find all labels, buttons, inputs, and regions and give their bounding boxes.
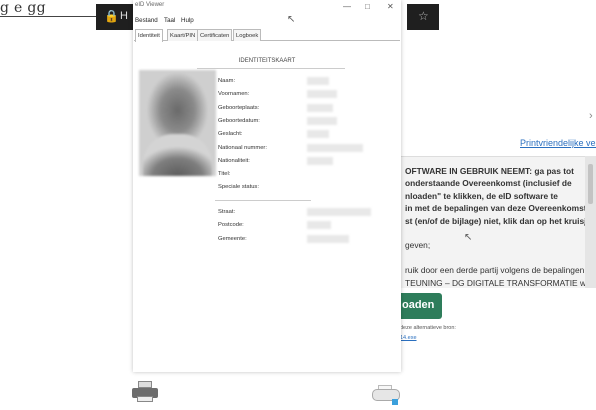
- field-value-redacted: [307, 143, 363, 152]
- license-text-line: TEUNING – DG DIGITALE TRANSFORMATIE word…: [405, 277, 596, 288]
- field-label: Titel:: [218, 171, 231, 178]
- field-label: Nationaliteit:: [218, 157, 250, 164]
- tab-kaart-pin[interactable]: Kaart/PIN: [167, 29, 199, 41]
- field-value-redacted: [307, 77, 329, 85]
- license-text-line: onderstaande Overeenkomst (inclusief de: [405, 178, 572, 189]
- tab-bar: Identiteit Kaart/PIN Certificaten Logboe…: [134, 29, 400, 42]
- close-icon[interactable]: ✕: [387, 2, 394, 11]
- field-label: Geslacht:: [218, 131, 243, 138]
- mouse-cursor-icon: ↖: [464, 232, 473, 243]
- lock-icon: 🔒: [104, 9, 119, 23]
- field-label: Voornamen:: [218, 91, 250, 98]
- divider: [215, 200, 311, 201]
- menu-bar: Bestand Taal Hulp: [133, 14, 401, 26]
- menu-taal[interactable]: Taal: [164, 17, 175, 24]
- menu-bestand[interactable]: Bestand: [135, 17, 158, 24]
- field-label: Speciale status:: [218, 184, 259, 191]
- field-value-redacted: [307, 221, 331, 230]
- scrollbar-thumb[interactable]: [588, 164, 593, 204]
- license-text-line: ruik door een derde partij volgens de be…: [405, 265, 585, 276]
- eid-viewer-window: eID Viewer — □ ✕ ↖ Bestand Taal Hulp Ide…: [133, 0, 401, 372]
- card-title: IDENTITEITSKAART: [238, 58, 296, 64]
- license-text-line: nloaden" te klikken, de eID software te: [405, 190, 558, 201]
- background-top-text: g e gg: [0, 0, 46, 16]
- field-label: Naam:: [218, 78, 236, 84]
- tab-certificaten[interactable]: Certificaten: [197, 29, 233, 41]
- id-photo: [139, 70, 216, 176]
- license-scrollbar[interactable]: [585, 156, 596, 288]
- maximize-icon[interactable]: □: [365, 2, 370, 11]
- download-button[interactable]: oaden: [400, 293, 442, 319]
- field-label: Gemeente:: [218, 235, 247, 242]
- license-text-line: in met de bepalingen van deze Overeenkom…: [405, 203, 587, 214]
- field-label: Nationaal nummer:: [218, 144, 267, 151]
- card-reader-icon[interactable]: [372, 385, 400, 407]
- field-label: Geboortedatum:: [218, 117, 260, 124]
- printer-icon[interactable]: [132, 381, 158, 403]
- field-label: Straat:: [218, 209, 236, 215]
- license-text-line: geven;: [405, 240, 431, 251]
- license-agreement-panel: OFTWARE IN GEBRUIK NEEMT: ga pas tot onde…: [400, 156, 596, 288]
- alternative-source-text: deze alternatieve bron:: [400, 325, 456, 331]
- field-label: Geboorteplaats:: [218, 104, 260, 111]
- tab-logboek[interactable]: Logboek: [233, 29, 262, 41]
- star-icon[interactable]: ☆: [418, 9, 429, 23]
- tab-identiteit[interactable]: Identiteit: [135, 29, 163, 42]
- field-value-redacted: [307, 90, 337, 99]
- window-titlebar[interactable]: eID Viewer — □ ✕: [133, 0, 401, 14]
- license-text-line: OFTWARE IN GEBRUIK NEEMT: ga pas tot: [405, 166, 574, 176]
- window-title: eID Viewer: [135, 2, 165, 8]
- browser-address-text: H: [120, 10, 128, 22]
- field-value-redacted: [307, 130, 329, 139]
- background-underline: [0, 16, 96, 17]
- field-value-redacted: [307, 234, 349, 243]
- menu-hulp[interactable]: Hulp: [181, 17, 194, 24]
- license-text-line: st (en/of de bijlage) niet, klik dan op …: [405, 215, 592, 226]
- field-value-redacted: [307, 116, 337, 125]
- field-label: Postcode:: [218, 222, 244, 229]
- print-friendly-link[interactable]: Printvriendelijke vers: [520, 138, 596, 148]
- screen: g e gg 🔒 H ☆ › Printvriendelijke vers OF…: [0, 0, 596, 410]
- alternative-source-link[interactable]: 14.exe: [400, 335, 417, 341]
- field-value-redacted: [307, 103, 333, 112]
- divider: [197, 68, 345, 69]
- field-value-redacted: [307, 156, 333, 165]
- field-value-redacted: [307, 208, 371, 216]
- minimize-icon[interactable]: —: [343, 2, 351, 11]
- chevron-right-icon[interactable]: ›: [589, 110, 593, 122]
